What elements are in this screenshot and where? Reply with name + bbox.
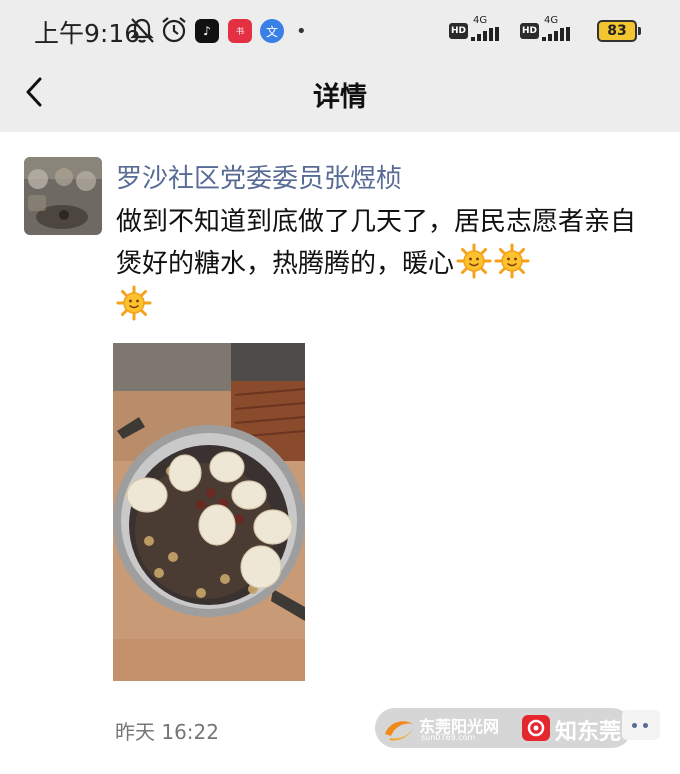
battery-icon: 83 xyxy=(597,20,637,42)
watermark-app-name: 知东莞 xyxy=(555,720,622,745)
zhidongguan-logo-icon xyxy=(522,715,550,741)
translate-icon: 文 xyxy=(260,19,284,43)
post-photo[interactable] xyxy=(113,343,305,681)
sun0769-logo-icon xyxy=(385,721,413,741)
alarm-clock-icon xyxy=(162,17,186,43)
comment-more-button[interactable] xyxy=(622,710,660,740)
tiktok-icon: ♪ xyxy=(195,19,219,43)
hd-badge: HD xyxy=(520,23,539,39)
post-text: 做到不知道到底做了几天了，居民志愿者亲自煲好的糖水，热腾腾的，暖心 xyxy=(116,207,637,279)
post-content: 做到不知道到底做了几天了，居民志愿者亲自煲好的糖水，热腾腾的，暖心 xyxy=(116,201,661,327)
battery-tip xyxy=(638,27,641,35)
more-dot-icon: • xyxy=(296,21,307,42)
network-type: 4G xyxy=(473,15,488,26)
status-time: 上午9:16 xyxy=(34,19,141,48)
page-title: 详情 xyxy=(313,82,367,113)
sun-emoji-icon xyxy=(494,243,530,279)
mute-bell-icon xyxy=(130,18,154,43)
author-name[interactable]: 罗沙社区党委委员张煜桢 xyxy=(116,158,402,195)
sun-emoji-icon xyxy=(456,243,492,279)
nav-bar: 详情 xyxy=(0,62,680,132)
hd-badge: HD xyxy=(449,23,468,39)
post-timestamp: 昨天 16:22 xyxy=(115,720,219,744)
watermark: 东莞阳光网 sun0769.com 知东莞 xyxy=(375,708,632,748)
watermark-site-url: sun0769.com xyxy=(421,733,476,742)
avatar[interactable] xyxy=(24,157,102,235)
status-bar: 上午9:16 ♪ 书 文 • HD 4G HD 4G 83 xyxy=(0,0,680,62)
sun-emoji-icon xyxy=(116,285,152,321)
redbook-icon: 书 xyxy=(228,19,252,43)
network-type: 4G xyxy=(544,15,559,26)
